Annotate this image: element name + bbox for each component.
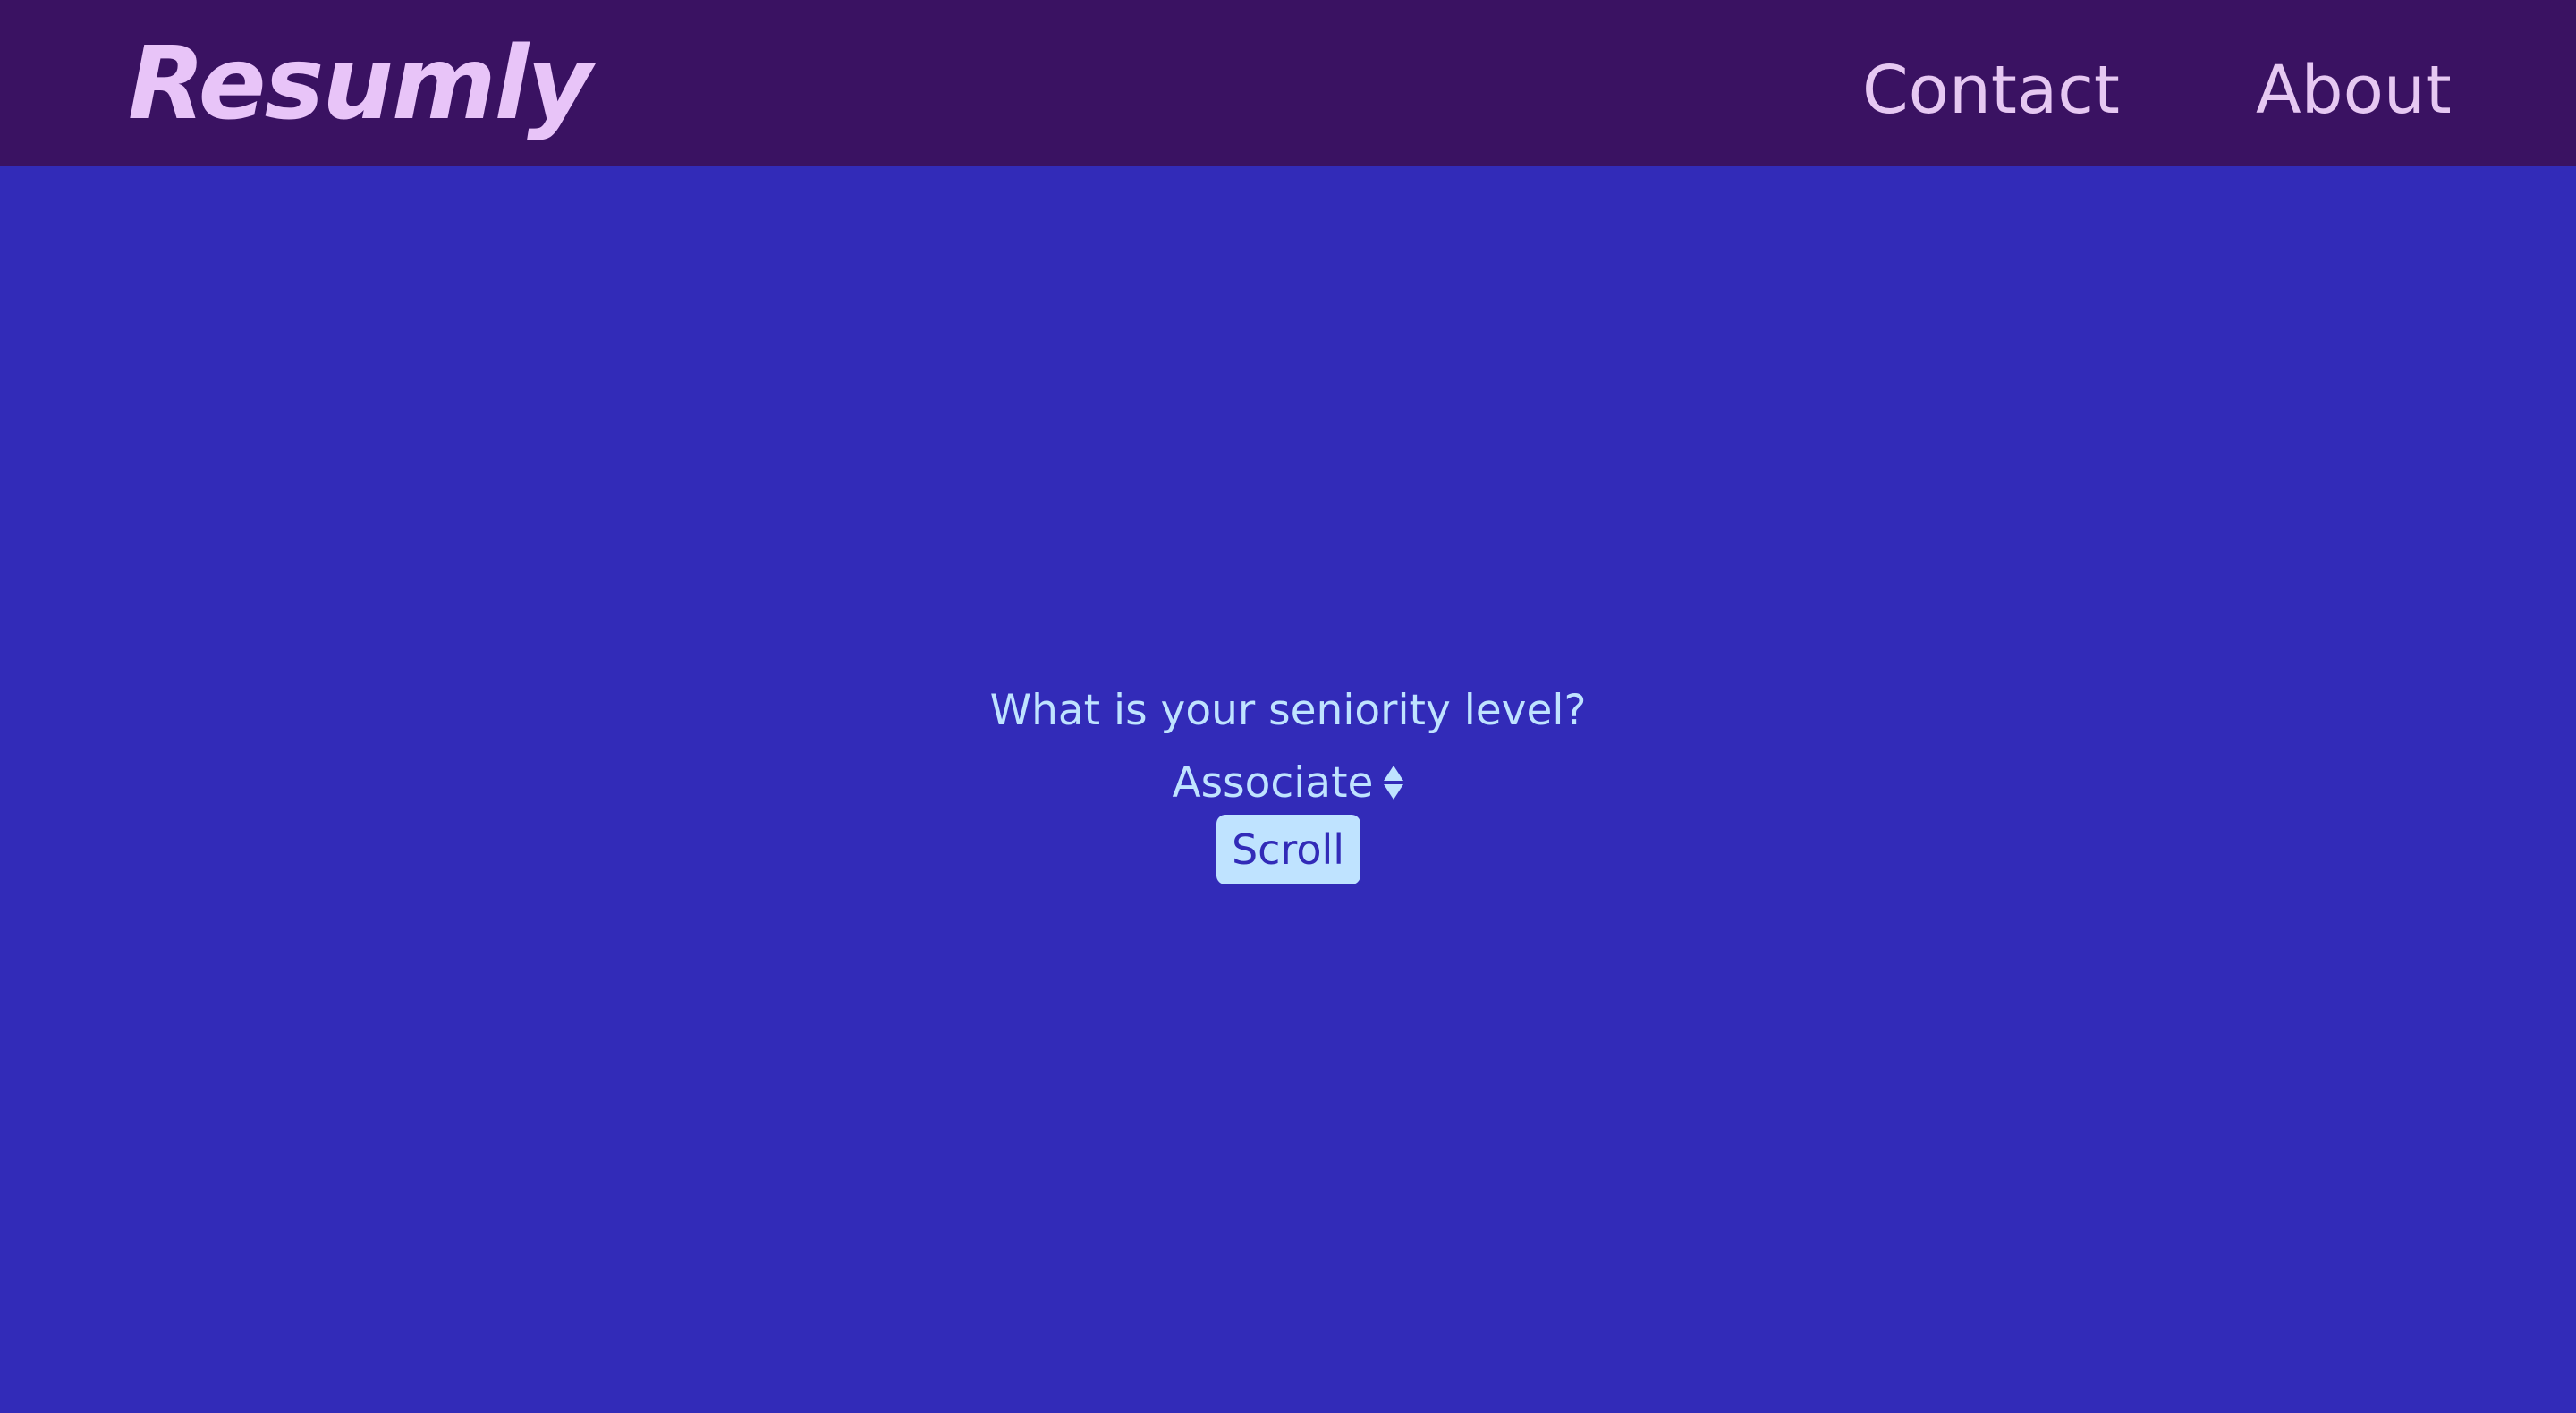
seniority-select[interactable]: Associate [1173,762,1404,804]
arrow-down-icon [1384,784,1404,800]
nav-about-link[interactable]: About [2256,57,2452,123]
seniority-question: What is your seniority level? [989,686,1587,735]
arrow-up-icon [1384,766,1404,781]
seniority-select-value: Associate [1172,757,1374,808]
scroll-button[interactable]: Scroll [1216,815,1360,884]
page: Resumly Contact About What is your senio… [0,0,2576,1413]
seniority-select-container: Associate [0,756,2576,809]
nav-contact-link[interactable]: Contact [1862,57,2120,123]
scroll-button-container: Scroll [0,815,2576,884]
logo[interactable]: Resumly [128,34,592,134]
select-arrows-icon [1384,766,1404,800]
site-header: Resumly Contact About [0,0,2576,166]
